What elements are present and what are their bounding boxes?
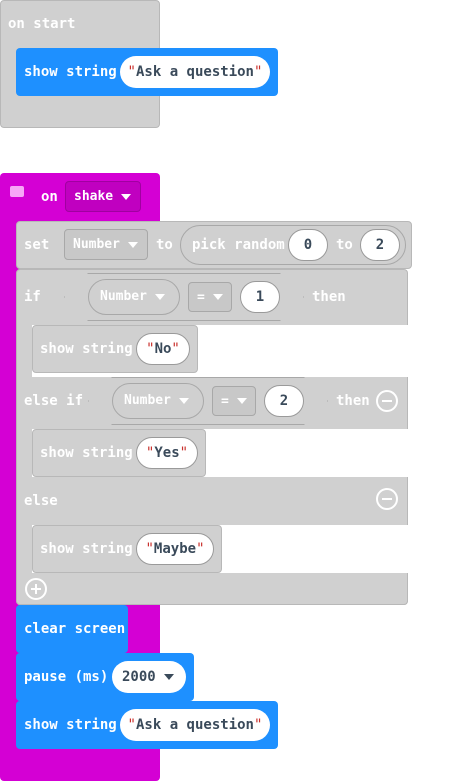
quote-close: " bbox=[254, 64, 263, 80]
if-label: if bbox=[24, 289, 41, 305]
show-string-label: show string bbox=[40, 541, 133, 557]
elseif-value-input[interactable]: 2 bbox=[264, 385, 304, 417]
if-value: 1 bbox=[255, 289, 265, 305]
elseif-operator-dropdown[interactable]: = bbox=[212, 386, 256, 416]
if-variable-label: Number bbox=[100, 289, 165, 305]
chevron-down-icon bbox=[154, 294, 165, 300]
quote-close: " bbox=[196, 541, 205, 557]
gesture-dropdown[interactable]: shake bbox=[65, 181, 141, 212]
variable-dropdown[interactable]: Number bbox=[64, 229, 148, 260]
then-label: then bbox=[312, 289, 346, 305]
else-label: else bbox=[24, 493, 58, 509]
string-value: Yes bbox=[154, 445, 180, 461]
elseif-variable-label: Number bbox=[124, 393, 189, 409]
variable-value: Number bbox=[73, 237, 120, 252]
clear-screen-label: clear screen bbox=[24, 621, 126, 637]
comment-icon[interactable] bbox=[10, 186, 24, 197]
string-value: Ask a question bbox=[135, 64, 254, 80]
quote-open: " bbox=[127, 717, 136, 733]
chevron-down-icon bbox=[236, 398, 247, 404]
string-input[interactable]: " Ask a question " bbox=[120, 709, 270, 741]
quote-open: " bbox=[145, 445, 155, 461]
chevron-down-icon bbox=[121, 193, 132, 200]
on-start-label: on start bbox=[8, 16, 76, 32]
string-input[interactable]: " Yes " bbox=[136, 437, 198, 469]
remove-elseif-icon[interactable] bbox=[376, 390, 398, 412]
set-label: set bbox=[24, 237, 50, 253]
quote-open: " bbox=[145, 541, 154, 557]
elseif-then-label: then bbox=[336, 393, 370, 409]
random-min-value: 0 bbox=[303, 237, 313, 253]
if-operator-dropdown[interactable]: = bbox=[188, 282, 232, 312]
gesture-value: shake bbox=[74, 189, 114, 204]
show-string-label: show string bbox=[40, 341, 133, 357]
if-else-footer bbox=[16, 573, 408, 605]
quote-close: " bbox=[254, 717, 263, 733]
string-value: Ask a question bbox=[135, 717, 254, 733]
chevron-down-icon bbox=[127, 241, 138, 248]
quote-open: " bbox=[146, 341, 155, 357]
string-input[interactable]: " No " bbox=[136, 333, 190, 365]
string-input[interactable]: " Ask a question " bbox=[120, 56, 270, 88]
to-label: to bbox=[156, 237, 173, 253]
string-value: No bbox=[154, 341, 172, 357]
chevron-down-icon bbox=[163, 674, 174, 680]
pause-label: pause (ms) bbox=[24, 669, 109, 685]
random-min-input[interactable]: 0 bbox=[288, 229, 328, 261]
quote-open: " bbox=[127, 64, 136, 80]
quote-close: " bbox=[179, 445, 189, 461]
else-if-label: else if bbox=[24, 393, 84, 409]
if-value-input[interactable]: 1 bbox=[240, 281, 280, 313]
pick-random-label: pick random bbox=[192, 237, 285, 253]
on-shake-label: on bbox=[41, 189, 58, 205]
chevron-down-icon bbox=[212, 294, 223, 300]
elseif-operator-value: = bbox=[221, 393, 229, 409]
quote-close: " bbox=[171, 341, 180, 357]
string-input[interactable]: " Maybe " bbox=[136, 533, 214, 565]
string-value: Maybe bbox=[153, 541, 197, 557]
pause-dropdown[interactable]: 2000 bbox=[112, 661, 186, 693]
show-string-label: show string bbox=[24, 717, 117, 733]
random-max-input[interactable]: 2 bbox=[360, 229, 400, 261]
show-string-label: show string bbox=[40, 445, 133, 461]
random-max-value: 2 bbox=[375, 237, 385, 253]
remove-else-icon[interactable] bbox=[376, 488, 398, 510]
elseif-value: 2 bbox=[279, 393, 289, 409]
pause-value: 2000 bbox=[122, 669, 156, 685]
chevron-down-icon bbox=[178, 398, 189, 404]
else-row bbox=[16, 477, 408, 525]
add-elseif-icon[interactable] bbox=[25, 578, 47, 600]
random-to-label: to bbox=[336, 237, 353, 253]
if-operator-value: = bbox=[197, 289, 205, 305]
show-string-label: show string bbox=[24, 64, 117, 80]
